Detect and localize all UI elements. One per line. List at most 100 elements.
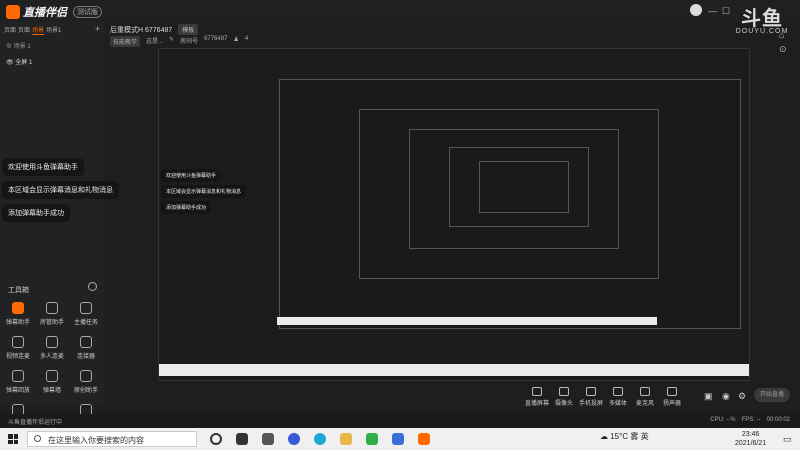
source-row[interactable]: 👁 全屏 1: [0, 53, 104, 70]
folder-icon[interactable]: [340, 433, 352, 445]
scene-tab[interactable]: 场景: [32, 25, 45, 35]
phone-icon: [586, 387, 596, 396]
beta-badge: 测试版: [73, 6, 102, 18]
scene-tab[interactable]: 场景1: [46, 25, 61, 35]
edge-icon[interactable]: [314, 433, 326, 445]
douyu-app-icon[interactable]: [418, 433, 430, 445]
danmu-icon: [12, 302, 24, 314]
weather-icon[interactable]: ☁: [600, 432, 608, 441]
ime-indicator[interactable]: 英: [641, 432, 649, 441]
admin-icon: [46, 302, 58, 314]
brand-logo-text: 斗鱼: [741, 8, 783, 30]
app-logo-icon: [6, 5, 20, 19]
media-icon: [613, 387, 623, 396]
scene-tabs: 页面 页面 场景 场景1: [0, 22, 104, 38]
status-stat: CPU: --%: [710, 417, 736, 423]
tool-admin[interactable]: 房管助手: [37, 302, 67, 326]
tool-connector[interactable]: 连接器: [71, 336, 101, 360]
video-link-icon: [12, 336, 24, 348]
tool-danmu[interactable]: 弹幕助手: [3, 302, 33, 326]
windows-start-icon[interactable]: [8, 434, 18, 444]
toolbox-title: 工具箱: [8, 287, 29, 294]
clock-time: 23:46: [741, 431, 760, 438]
eye-icon[interactable]: 👁: [6, 60, 14, 66]
danmu-message: 欢迎使用斗鱼弹幕助手: [2, 158, 84, 176]
scene-tab[interactable]: 页面: [18, 25, 30, 35]
weather-text: 雾: [630, 432, 639, 441]
tool-multi-link[interactable]: 多人连麦: [37, 336, 67, 360]
category-chip[interactable]: 技能教学: [110, 36, 141, 47]
toolbox-settings-icon[interactable]: [88, 282, 97, 291]
original-icon: [80, 370, 92, 382]
avatar[interactable]: [690, 4, 702, 16]
tool-video-link[interactable]: 视频连麦: [3, 336, 33, 360]
preview-taskbar: [277, 317, 657, 325]
app-icon[interactable]: [288, 433, 300, 445]
taskbar-clock[interactable]: 23:46 2021/6/21: [735, 430, 766, 448]
status-stat: FPS: --: [741, 417, 761, 423]
mode-chip[interactable]: 模板: [178, 24, 199, 35]
taskbar-search-input[interactable]: 在这里输入你要搜索的内容: [27, 431, 197, 447]
fans-count: 4: [244, 36, 249, 42]
tool-task[interactable]: 主播任务: [71, 302, 101, 326]
layout-icon[interactable]: ◉: [722, 391, 730, 402]
room-id: 6776487: [204, 36, 228, 42]
speaker-icon: [667, 387, 677, 396]
settings-icon[interactable]: ⚙: [738, 391, 746, 402]
temperature[interactable]: 15°C: [610, 432, 628, 441]
status-bar: 斗鱼直播伴侣运行中 CPU: --% FPS: -- 00:00:02: [0, 414, 800, 428]
stream-title-row: 后重模式H 6776487 模板: [110, 24, 199, 35]
stream-subinfo: 技能教学 这是... ✎ 房间号 6776487 ♟ 4: [110, 36, 248, 47]
danmu-message: 添加弹幕助手成功: [2, 204, 70, 222]
edit-icon[interactable]: ✎: [169, 36, 174, 47]
wechat-icon[interactable]: [366, 433, 378, 445]
app-name: 直播伴侣: [23, 7, 67, 19]
title-bar: 直播伴侣 测试版 — ☐ 斗鱼 DOUYU.COM: [0, 0, 800, 35]
control-speaker[interactable]: 扬声器: [655, 387, 689, 407]
room-label: 房间号: [180, 39, 199, 45]
windows-taskbar: 在这里输入你要搜索的内容 ☁ 15°C 雾 英 23:46 2021/6/21 …: [0, 428, 800, 450]
pin-icon[interactable]: ⌂: [779, 30, 784, 40]
replay-icon: [12, 370, 24, 382]
maximize-icon[interactable]: ☐: [722, 6, 730, 17]
preview-taskbar: [159, 364, 749, 376]
app-window: 直播伴侣 测试版 — ☐ 斗鱼 DOUYU.COM 页面 页面 场景 场景1 +…: [0, 0, 800, 428]
taskbar-search-placeholder: 在这里输入你要搜索的内容: [48, 436, 144, 445]
source-label: 全屏 1: [15, 60, 33, 66]
stream-preview[interactable]: 欢迎使用斗鱼弹幕助手 本区域会显示弹幕消息和礼物消息 添加弹幕助手成功: [158, 48, 750, 381]
task-icon: [80, 302, 92, 314]
stream-title[interactable]: 后重模式H 6776487: [110, 27, 172, 34]
preview-danmu-message: 添加弹幕助手成功: [161, 201, 212, 214]
wall-icon: [46, 370, 58, 382]
stream-sub: 这是...: [146, 39, 164, 45]
system-tray: ☁ 15°C 雾 英: [600, 431, 649, 442]
fans-icon: ♟: [233, 37, 239, 43]
scene-tree-row[interactable]: ⊕ 场景 1: [0, 38, 104, 53]
cortana-icon[interactable]: [210, 433, 222, 445]
multi-link-icon: [46, 336, 58, 348]
clock-date: 2021/6/21: [735, 440, 767, 447]
go-live-button[interactable]: 开始直播: [754, 388, 790, 402]
notification-icon[interactable]: ▭: [783, 434, 792, 445]
tool-original[interactable]: 原创助手: [71, 370, 101, 394]
toolbox: 工具箱 弹幕助手 房管助手 主播任务 视频连麦 多人连麦 连接器 弹幕回放 弹幕…: [0, 280, 104, 427]
share-icon[interactable]: ⊙: [779, 44, 787, 55]
connector-icon: [80, 336, 92, 348]
search-icon: [34, 435, 41, 442]
preview-danmu-message: 欢迎使用斗鱼弹幕助手: [161, 169, 222, 182]
camera-icon: [559, 387, 569, 396]
scene-tab[interactable]: 页面: [4, 25, 16, 35]
tool-replay[interactable]: 弹幕回放: [3, 370, 33, 394]
status-stats: CPU: --% FPS: -- 00:00:02: [710, 417, 790, 423]
add-scene-icon[interactable]: +: [95, 24, 100, 34]
app-icon[interactable]: [262, 433, 274, 445]
status-text: 斗鱼直播伴侣运行中: [8, 420, 63, 426]
app-icon[interactable]: [392, 433, 404, 445]
record-icon[interactable]: ▣: [704, 391, 713, 402]
task-view-icon[interactable]: [236, 433, 248, 445]
mic-icon: [640, 387, 650, 396]
preview-danmu-message: 本区域会显示弹幕消息和礼物消息: [161, 185, 247, 198]
danmu-message: 本区域会显示弹幕消息和礼物消息: [2, 181, 119, 199]
minimize-icon[interactable]: —: [708, 6, 717, 16]
tool-wall[interactable]: 弹幕墙: [37, 370, 67, 394]
